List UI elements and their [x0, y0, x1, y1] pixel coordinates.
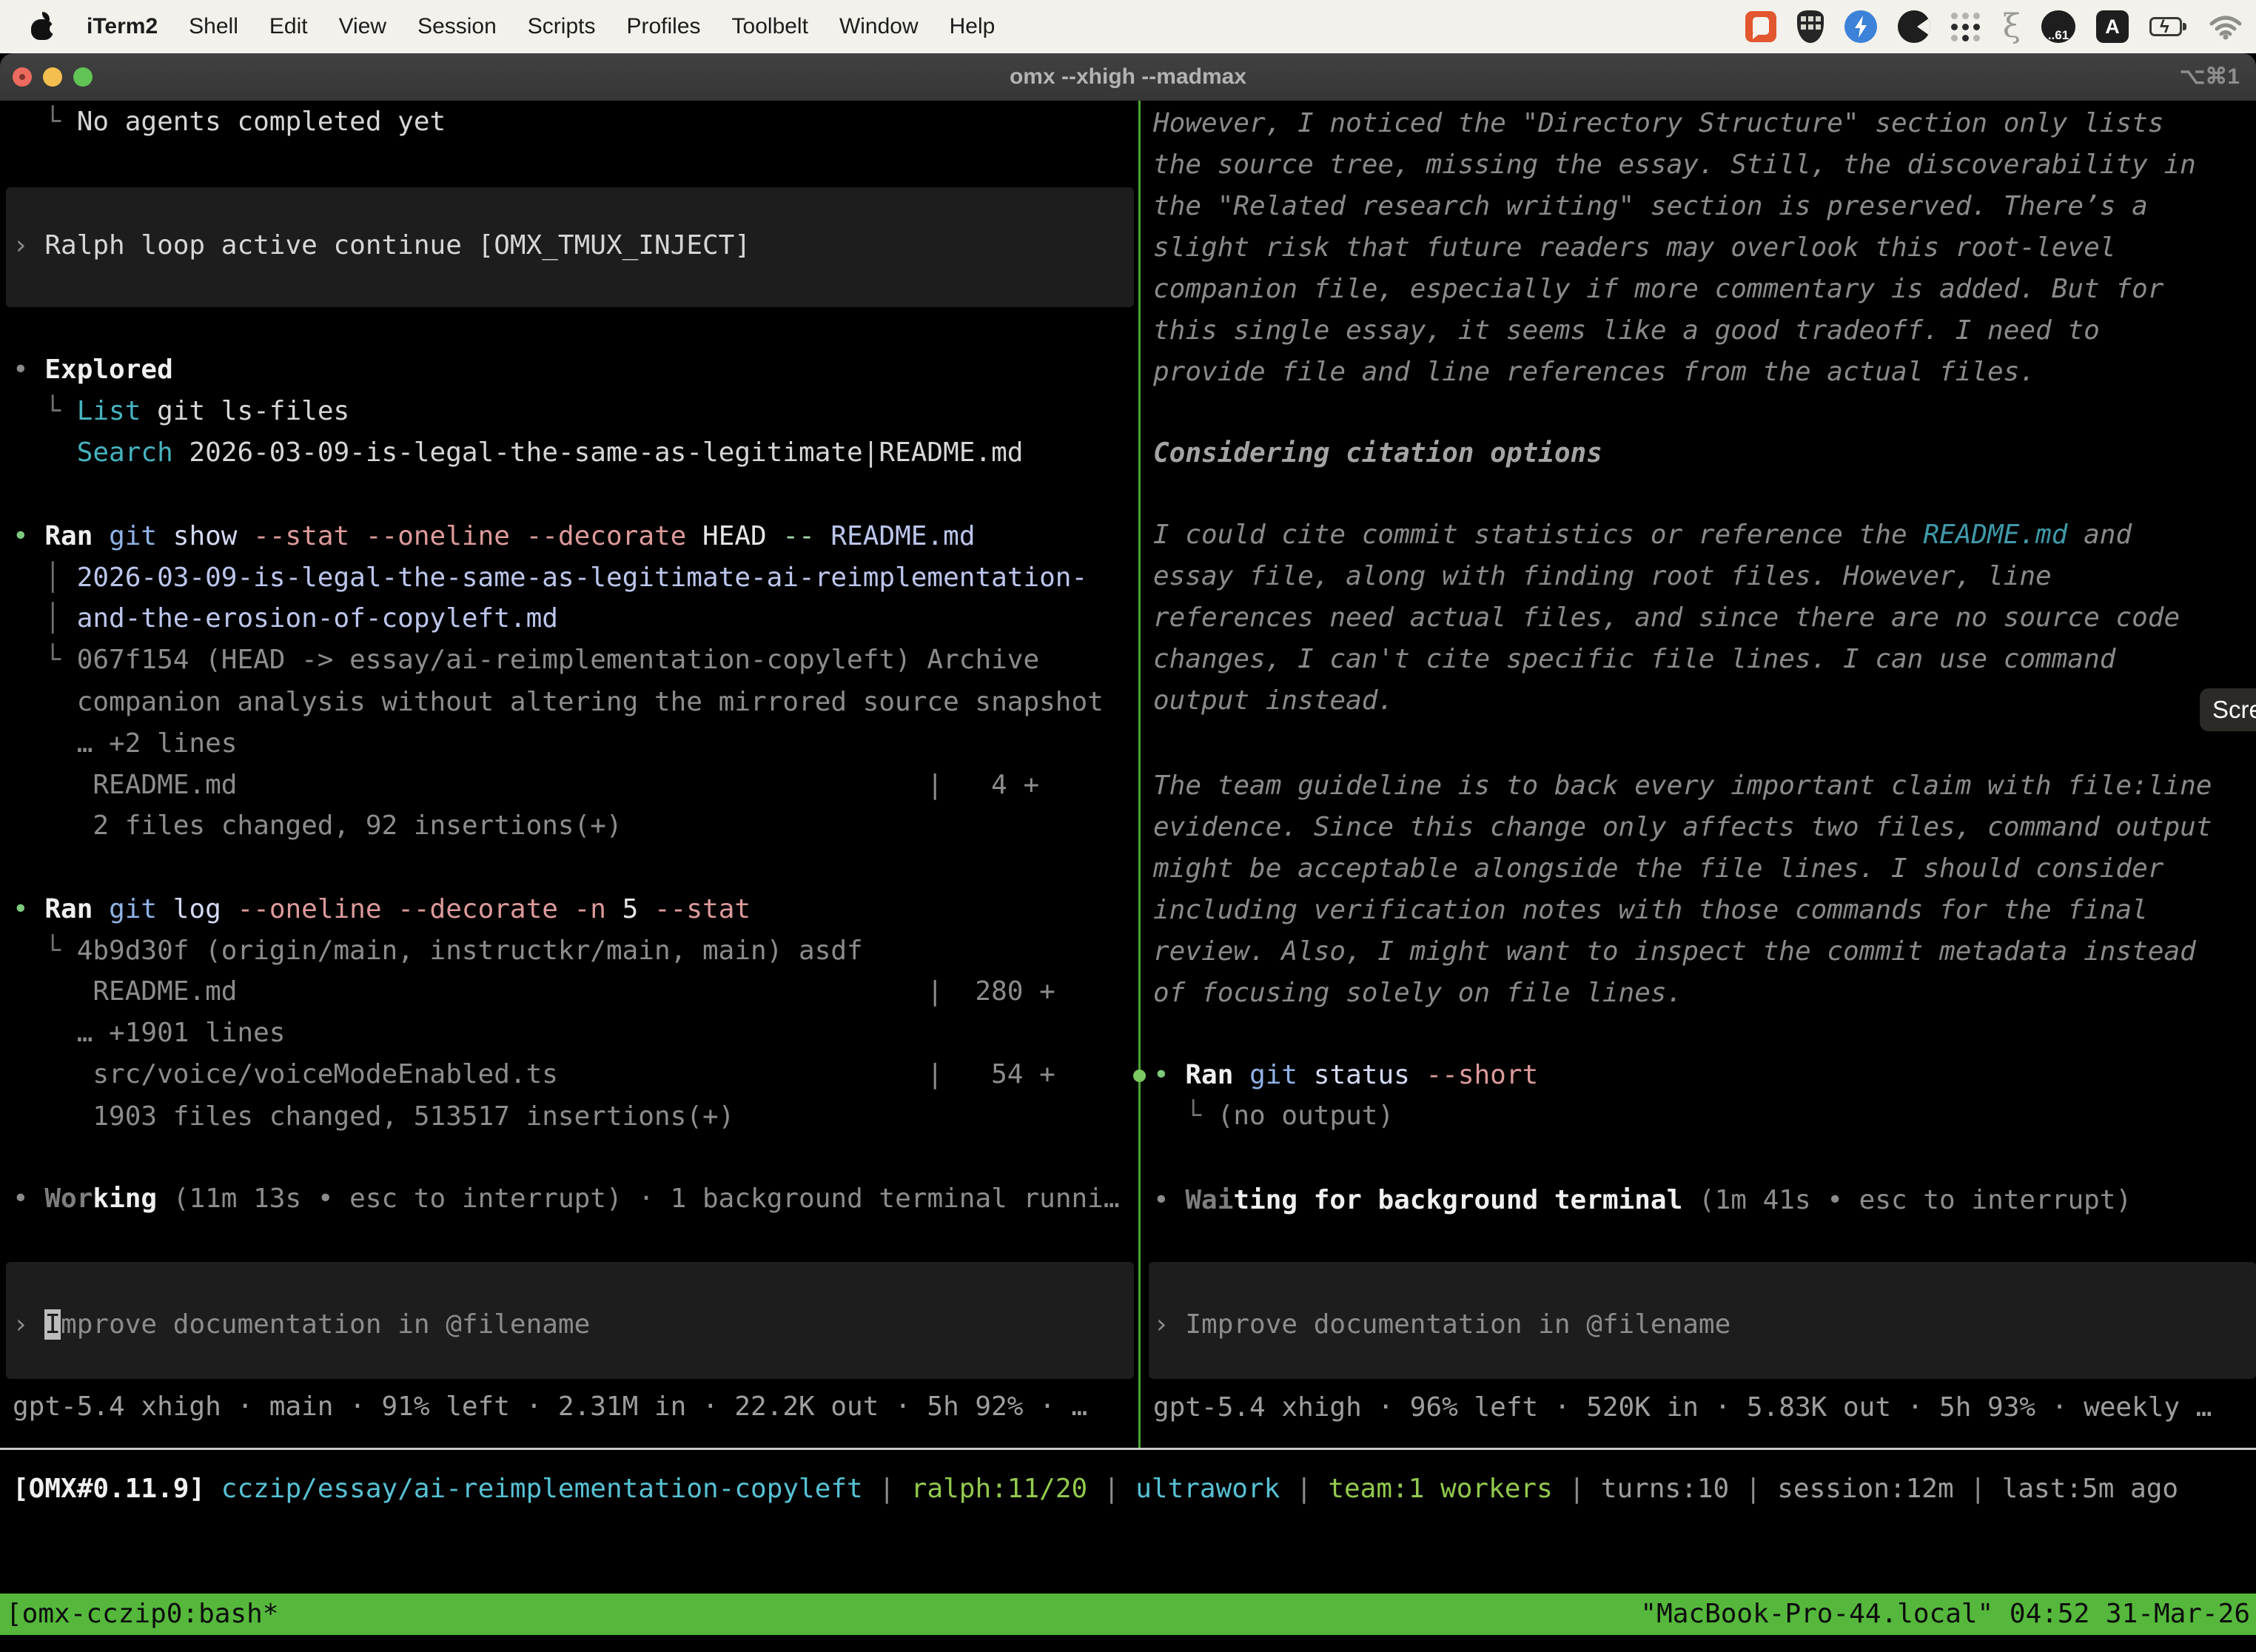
terminal-line: … +1901 lines: [13, 1013, 285, 1054]
terminal-line: └ (no output): [1153, 1095, 1394, 1137]
recorder-icon[interactable]: [1898, 10, 1930, 43]
terminal-line: provide file and line references from th…: [1153, 352, 2035, 393]
terminal-line: src/voice/voiceModeEnabled.ts | 54 +: [13, 1054, 1055, 1095]
terminal-line: including verification notes with those …: [1153, 890, 2148, 931]
model-status-line: gpt-5.4 xhigh · main · 91% left · 2.31M …: [13, 1386, 1087, 1428]
waiting-status-line: • Waiting for background terminal (1m 41…: [1153, 1180, 2132, 1221]
terminal-line: output instead.: [1153, 680, 1394, 722]
pane-divider-indicator: [1133, 1070, 1146, 1082]
terminal-line: changes, I can't cite specific file line…: [1153, 639, 2115, 680]
terminal-line: slight risk that future readers may over…: [1153, 227, 2115, 269]
chat-icon[interactable]: [1745, 11, 1776, 42]
wifi-icon[interactable]: [2209, 13, 2243, 40]
terminal-line: 1903 files changed, 513517 insertions(+): [13, 1096, 734, 1138]
terminal-line: • Ran git log --oneline --decorate -n 5 …: [13, 889, 751, 930]
terminal-line: the "Related research writing" section i…: [1153, 186, 2148, 227]
menu-item-view[interactable]: View: [323, 14, 402, 39]
terminal-line: evidence. Since this change only affects…: [1153, 807, 2212, 848]
terminal-line: Search 2026-03-09-is-legal-the-same-as-l…: [13, 432, 1023, 474]
terminal-line: • Ran git status --short: [1153, 1055, 1538, 1096]
screen-overlay-button[interactable]: Scre: [2200, 688, 2256, 731]
terminal-line: │ 2026-03-09-is-legal-the-same-as-legiti…: [13, 557, 1087, 599]
thinking-heading: Considering citation options: [1153, 433, 1602, 474]
omx-status-row: [OMX#0.11.9] cczip/essay/ai-reimplementa…: [0, 1468, 2256, 1510]
ralph-loop-line: › Ralph loop active continue [OMX_TMUX_I…: [13, 225, 751, 266]
menubar: iTerm2ShellEditViewSessionScriptsProfile…: [0, 0, 2256, 53]
menu-item-session[interactable]: Session: [402, 14, 512, 39]
badge-61-icon[interactable]: ..61: [2041, 10, 2075, 43]
dots-grid-icon[interactable]: [1951, 11, 1982, 42]
terminal-line: README.md | 4 +: [13, 765, 1039, 806]
pane-divider[interactable]: [1138, 101, 1141, 1449]
terminal-line: • Explored: [13, 349, 173, 391]
menu-item-scripts[interactable]: Scripts: [512, 14, 611, 39]
terminal-line: of focusing solely on file lines.: [1153, 973, 1682, 1014]
iterm-window: omx --xhigh --madmax ⌥⌘1 └ No agents com…: [0, 53, 2256, 1652]
terminal-line: └ List git ls-files: [13, 391, 349, 432]
terminal-line: README.md | 280 +: [13, 971, 1055, 1013]
tmux-host-clock: "MacBook-Pro-44.local" 04:52 31-Mar-26: [1640, 1594, 2250, 1635]
terminal-line: • Ran git show --stat --oneline --decora…: [13, 516, 976, 557]
terminal-content: └ No agents completed yet › Ralph loop ac…: [0, 101, 2256, 1449]
working-status-line: • Working (11m 13s • esc to interrupt) ·…: [13, 1178, 1120, 1220]
prompt-text: › Improve documentation in @filename: [1153, 1304, 1730, 1346]
lightning-badge-icon[interactable]: [1844, 10, 1877, 43]
terminal-line: review. Also, I might want to inspect th…: [1153, 931, 2196, 973]
terminal-line: … +2 lines: [13, 723, 237, 765]
squiggle-icon[interactable]: ξ: [2003, 10, 2021, 43]
model-status-line: gpt-5.4 xhigh · 96% left · 520K in · 5.8…: [1153, 1387, 2212, 1428]
terminal-line: └ No agents completed yet: [13, 101, 446, 143]
terminal-line: I could cite commit statistics or refere…: [1153, 514, 2132, 556]
menu-item-iterm2[interactable]: iTerm2: [71, 14, 173, 39]
shield-grid-icon[interactable]: [1797, 10, 1824, 43]
terminal-line: companion analysis without altering the …: [13, 682, 1104, 723]
terminal-line: might be acceptable alongside the file l…: [1153, 848, 2163, 890]
menu-item-shell[interactable]: Shell: [173, 14, 254, 39]
terminal-line: the source tree, missing the essay. Stil…: [1153, 144, 2196, 186]
menu-item-edit[interactable]: Edit: [254, 14, 323, 39]
menu-item-window[interactable]: Window: [824, 14, 934, 39]
terminal-line: references need actual files, and since …: [1153, 597, 2180, 639]
terminal-line: 2 files changed, 92 insertions(+): [13, 805, 622, 847]
titlebar[interactable]: omx --xhigh --madmax ⌥⌘1: [0, 53, 2256, 101]
tmux-status-bar: [omx-cczip0:bash* "MacBook-Pro-44.local"…: [0, 1594, 2256, 1635]
terminal-line: companion file, especially if more comme…: [1153, 269, 2163, 310]
menu-item-toolbelt[interactable]: Toolbelt: [716, 14, 824, 39]
menu-item-profiles[interactable]: Profiles: [611, 14, 716, 39]
input-source-icon[interactable]: A: [2096, 10, 2129, 43]
terminal-line: └ 4b9d30f (origin/main, instructkr/main,…: [13, 930, 863, 972]
terminal-line: essay file, along with finding root file…: [1153, 556, 2052, 597]
prompt-text: › Improve documentation in @filename: [13, 1304, 590, 1346]
window-shortcut-badge: ⌥⌘1: [2180, 53, 2240, 101]
terminal-line: this single essay, it seems like a good …: [1153, 310, 2100, 352]
menu-item-help[interactable]: Help: [934, 14, 1011, 39]
apple-menu-icon[interactable]: [30, 12, 55, 41]
terminal-line: However, I noticed the "Directory Struct…: [1153, 103, 2163, 144]
menubar-items: iTerm2ShellEditViewSessionScriptsProfile…: [71, 14, 1010, 39]
omx-status-line: [OMX#0.11.9] cczip/essay/ai-reimplementa…: [13, 1468, 2178, 1510]
battery-icon[interactable]: ϟ: [2149, 17, 2188, 36]
terminal-line: The team guideline is to back every impo…: [1153, 765, 2212, 807]
status-divider: [0, 1448, 2256, 1450]
tmux-session-label[interactable]: [omx-cczip0:bash*: [6, 1594, 278, 1635]
window-title: omx --xhigh --madmax: [0, 53, 2256, 101]
terminal-line: │ and-the-erosion-of-copyleft.md: [13, 598, 558, 639]
menubar-status-icons: ξ ..61 A ϟ: [1745, 10, 2256, 43]
terminal-line: └ 067f154 (HEAD -> essay/ai-reimplementa…: [13, 639, 1039, 681]
